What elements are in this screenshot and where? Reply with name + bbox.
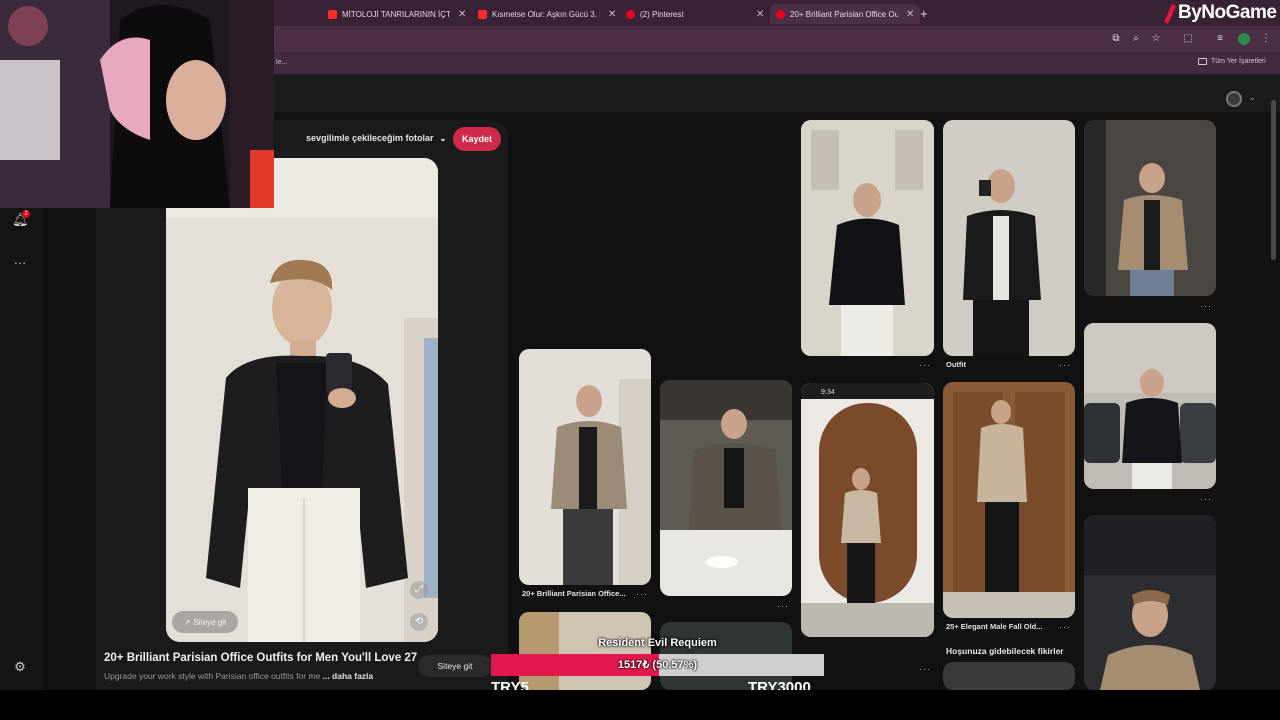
pin-caption-fall: 25+ Elegant Male Fall Old... [946, 622, 1043, 631]
browser-tab-pinterest[interactable]: (2) Pinterest ✕ [620, 4, 770, 24]
pin-photo-cafe [660, 380, 792, 596]
donation-amount: 1517₺ (50.57%) [617, 659, 698, 671]
extensions-icon[interactable]: ⬚ [1182, 33, 1194, 45]
folder-icon [1198, 58, 1207, 65]
section-title-ideas: Hoşunuza gidebilecek fikirler [946, 646, 1064, 656]
grid-pin-8[interactable] [1084, 515, 1216, 690]
pin-photo-wooden-door: 9:34 [801, 383, 934, 637]
board-selector[interactable]: sevgilimle çekileceğim fotolar ⌄ [306, 133, 447, 144]
page-scrollbar[interactable] [1271, 100, 1276, 260]
notification-badge: 2 [22, 210, 30, 218]
pin-photo-man-black-jacket [166, 158, 438, 642]
more-options-icon[interactable]: ··· [1200, 301, 1212, 311]
more-options-icon[interactable]: ··· [919, 664, 931, 674]
grid-pin-6[interactable] [1084, 120, 1216, 296]
bynogame-logo-mark [1164, 4, 1176, 24]
pinterest-icon [626, 9, 635, 19]
pin-photo-mirror-selfie [943, 120, 1075, 356]
board-name: sevgilimle çekileceğim fotolar [306, 133, 434, 143]
new-tab-icon[interactable]: + [920, 6, 928, 21]
grid-pin-3[interactable] [943, 120, 1075, 356]
pin-photo-tan-jacket [1084, 120, 1216, 296]
pin-caption-outfit: Outfit [946, 360, 966, 369]
browser-tab-active[interactable]: 20+ Brilliant Parisian Office Out ✕ [770, 4, 921, 24]
pin-photo-closeup [1084, 515, 1216, 690]
pin-photo-brown-door [943, 382, 1075, 618]
browser-tab-kismetse[interactable]: Kısmetse Olur: Aşkın Gücü 3. Se ✕ [472, 4, 622, 24]
pin-photo-street-car [1084, 323, 1216, 489]
pin-photo-beige-jacket [519, 349, 651, 585]
pin-main-image[interactable] [166, 158, 438, 642]
pin-caption-parisian: 20+ Brilliant Parisian Office... [522, 589, 626, 598]
more-options-icon[interactable]: ··· [1059, 622, 1071, 632]
close-icon[interactable]: ✕ [608, 9, 616, 20]
zoom-icon[interactable]: ⌕ [1130, 33, 1142, 45]
close-icon[interactable]: ✕ [756, 9, 764, 20]
tab-title: (2) Pinterest [640, 9, 684, 19]
chevron-down-icon[interactable]: ⌄ [1249, 93, 1256, 102]
pin-photo-building-man [801, 120, 934, 356]
more-options-icon[interactable]: ··· [919, 360, 931, 370]
menu-kebab-icon[interactable]: ⋮ [1260, 33, 1272, 45]
tab-title: MİTOLOJİ TANRILARININ İÇTİĞ [342, 9, 450, 19]
tab-title: Kısmetse Olur: Aşkın Gücü 3. Se [492, 9, 600, 19]
grid-pin-7[interactable] [1084, 323, 1216, 489]
phone-time: 9:34 [821, 389, 835, 396]
donation-goal-title: Resident Evil Requiem [598, 637, 717, 649]
tab-search-icon[interactable]: ≡ [1214, 33, 1226, 45]
more-options-icon[interactable]: ··· [1200, 494, 1212, 504]
account-avatar[interactable] [1226, 91, 1242, 107]
pin-title: 20+ Brilliant Parisian Office Outfits fo… [104, 652, 418, 664]
youtube-icon [478, 9, 487, 19]
grid-pin-11[interactable] [660, 380, 792, 596]
more-options-icon[interactable]: ··· [1059, 360, 1071, 370]
letterbox-bottom [0, 690, 1280, 720]
install-app-icon[interactable]: ⧉ [1110, 33, 1122, 45]
all-bookmarks-label: Tüm Yer İşaretleri [1211, 58, 1266, 65]
visit-site-overlay-label: Siteye git [193, 617, 227, 627]
bookmark-star-icon[interactable]: ☆ [1150, 33, 1162, 45]
pin-description: Upgrade your work style with Parisian of… [104, 671, 373, 681]
bynogame-logo: ByNoGame [1160, 2, 1277, 24]
profile-avatar[interactable] [1238, 33, 1250, 45]
youtube-icon [328, 9, 337, 19]
pinterest-icon [776, 9, 785, 19]
browser-tab-mitoloji[interactable]: MİTOLOJİ TANRILARININ İÇTİĞ ✕ [322, 4, 472, 24]
chevron-down-icon: ⌄ [439, 133, 447, 143]
bookmark-fragment[interactable]: le... [276, 59, 287, 66]
expand-icon[interactable]: ⤢ [410, 581, 428, 599]
grid-pin-9[interactable] [519, 349, 651, 585]
messages-icon[interactable]: … [12, 252, 28, 268]
grid-pin-2[interactable]: 9:34 [801, 383, 934, 637]
visit-site-button[interactable]: Siteye git [418, 655, 492, 677]
more-options-icon[interactable]: ··· [777, 601, 789, 611]
save-button[interactable]: Kaydet [453, 127, 501, 151]
logo-text: ByNoGame [1178, 2, 1277, 23]
close-icon[interactable]: ✕ [906, 9, 914, 20]
more-options-icon[interactable]: ··· [636, 589, 648, 599]
grid-pin-4[interactable] [943, 382, 1075, 618]
pin-photo-partial [519, 612, 651, 690]
webcam-feed-image [0, 0, 274, 208]
grid-pin-1[interactable] [801, 120, 934, 356]
tab-title: 20+ Brilliant Parisian Office Out [790, 9, 898, 19]
more-link[interactable]: ... daha fazla [323, 671, 374, 681]
settings-icon[interactable]: ⚙ [12, 659, 28, 675]
arrow-up-right-icon: ↗ [183, 617, 191, 627]
visit-site-overlay-button[interactable]: ↗ Siteye git [172, 611, 238, 633]
close-icon[interactable]: ✕ [458, 9, 466, 20]
all-bookmarks[interactable]: Tüm Yer İşaretleri [1198, 58, 1266, 65]
visual-search-icon[interactable]: ⟲ [410, 613, 428, 631]
grid-pin-10[interactable] [519, 612, 651, 690]
streamer-webcam [0, 0, 274, 208]
grid-pin-5[interactable] [943, 662, 1075, 690]
pin-description-text: Upgrade your work style with Parisian of… [104, 671, 321, 681]
